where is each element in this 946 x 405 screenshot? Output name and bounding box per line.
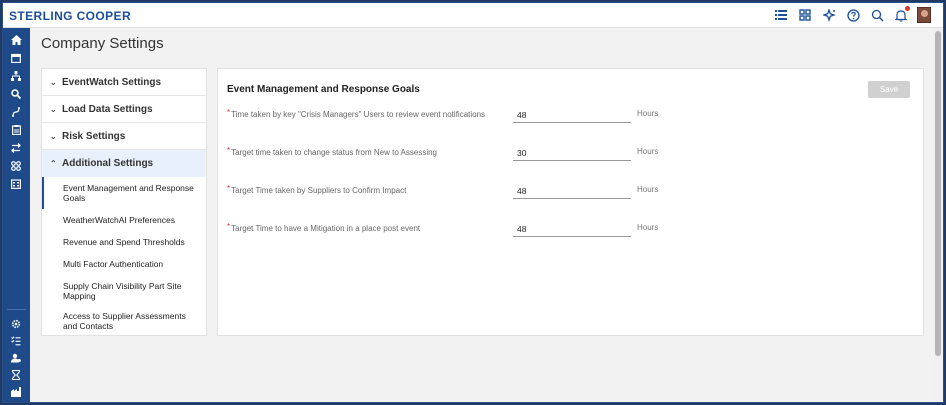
nav-divider	[7, 309, 26, 310]
field-label: *Target Time to have a Mitigation in a p…	[227, 222, 421, 233]
chevron-down-icon: ⌄	[50, 131, 57, 141]
menu-item-label: EventWatch Settings	[62, 76, 162, 88]
avatar[interactable]	[917, 7, 931, 23]
settings-content-panel: Event Management and Response Goals Save…	[217, 68, 924, 336]
unit-label: Hours	[637, 109, 659, 118]
save-button[interactable]: Save	[868, 81, 910, 98]
bell-icon[interactable]	[893, 6, 910, 23]
menu-load-data-settings[interactable]: ⌄ Load Data Settings	[42, 96, 206, 123]
hourglass-icon[interactable]	[9, 369, 23, 381]
chevron-up-icon: ⌃	[50, 159, 57, 168]
top-icons	[773, 6, 931, 23]
apps-icon[interactable]	[9, 160, 23, 172]
chevron-down-icon: ⌄	[50, 104, 57, 114]
swap-icon[interactable]	[9, 142, 23, 154]
home-icon[interactable]	[9, 34, 23, 46]
submenu-supply-chain-visibility[interactable]: Supply Chain Visibility Part Site Mappin…	[42, 275, 206, 307]
hierarchy-icon[interactable]	[9, 70, 23, 82]
unit-label: Hours	[637, 185, 659, 194]
menu-item-label: Load Data Settings	[62, 103, 153, 115]
menu-additional-settings[interactable]: ⌃ Additional Settings	[42, 150, 206, 177]
field-row-new-to-assessing: *Target time taken to change status from…	[227, 145, 917, 165]
factory-icon[interactable]	[9, 386, 23, 398]
grid-icon[interactable]	[797, 7, 813, 23]
user-group-icon[interactable]	[9, 352, 23, 364]
menu-item-label: Risk Settings	[62, 130, 126, 142]
required-marker: *	[227, 222, 231, 231]
required-marker: *	[227, 146, 231, 155]
new-to-assessing-hours-input[interactable]	[513, 145, 631, 161]
brand-logo[interactable]: STERLING COOPER	[9, 9, 131, 23]
field-row-mitigation-post-event: *Target Time to have a Mitigation in a p…	[227, 221, 917, 241]
routes-icon[interactable]	[9, 106, 23, 118]
submenu-event-management[interactable]: Event Management and Response Goals	[42, 177, 206, 209]
list-icon[interactable]	[773, 7, 789, 23]
menu-eventwatch-settings[interactable]: ⌄ EventWatch Settings	[42, 69, 206, 96]
unit-label: Hours	[637, 223, 659, 232]
section-title: Event Management and Response Goals	[227, 84, 420, 95]
building-icon[interactable]	[9, 178, 23, 190]
chevron-down-icon: ⌄	[50, 77, 57, 87]
search-icon[interactable]	[9, 88, 23, 100]
field-label: *Target Time taken by Suppliers to Confi…	[227, 184, 407, 195]
sparkle-icon[interactable]	[821, 7, 837, 23]
suppliers-confirm-hours-input[interactable]	[513, 183, 631, 199]
checklist-icon[interactable]	[9, 335, 23, 347]
unit-label: Hours	[637, 147, 659, 156]
page-title: Company Settings	[41, 35, 164, 52]
submenu-supplier-assessments[interactable]: Access to Supplier Assessments and Conta…	[42, 307, 206, 335]
help-icon[interactable]	[845, 7, 861, 23]
mitigation-hours-input[interactable]	[513, 221, 631, 237]
field-label: *Time taken by key "Crisis Managers" Use…	[227, 108, 486, 119]
calendar-icon[interactable]	[9, 52, 23, 64]
menu-risk-settings[interactable]: ⌄ Risk Settings	[42, 123, 206, 150]
scrollbar-thumb[interactable]	[935, 31, 941, 356]
settings-icon[interactable]	[9, 318, 23, 330]
menu-item-label: Additional Settings	[62, 158, 154, 169]
notification-badge	[905, 6, 910, 11]
settings-menu: ⌄ EventWatch Settings ⌄ Load Data Settin…	[41, 68, 207, 336]
required-marker: *	[227, 184, 231, 193]
left-nav	[3, 28, 30, 402]
app-window: STERLING COOPER Company Settings ⌄ Event…	[2, 2, 944, 403]
field-row-crisis-managers-review: *Time taken by key "Crisis Managers" Use…	[227, 107, 917, 127]
field-row-suppliers-confirm-impact: *Target Time taken by Suppliers to Confi…	[227, 183, 917, 203]
crisis-managers-hours-input[interactable]	[513, 107, 631, 123]
top-bar: STERLING COOPER	[3, 3, 943, 28]
submenu-revenue-spend[interactable]: Revenue and Spend Thresholds	[42, 231, 206, 253]
search-icon[interactable]	[869, 7, 885, 23]
clipboard-icon[interactable]	[9, 124, 23, 136]
page-scrollbar[interactable]	[934, 28, 942, 402]
field-label: *Target time taken to change status from…	[227, 146, 438, 157]
required-marker: *	[227, 108, 231, 117]
submenu-mfa[interactable]: Multi Factor Authentication	[42, 253, 206, 275]
submenu-weatherwatchai[interactable]: WeatherWatchAI Preferences	[42, 209, 206, 231]
